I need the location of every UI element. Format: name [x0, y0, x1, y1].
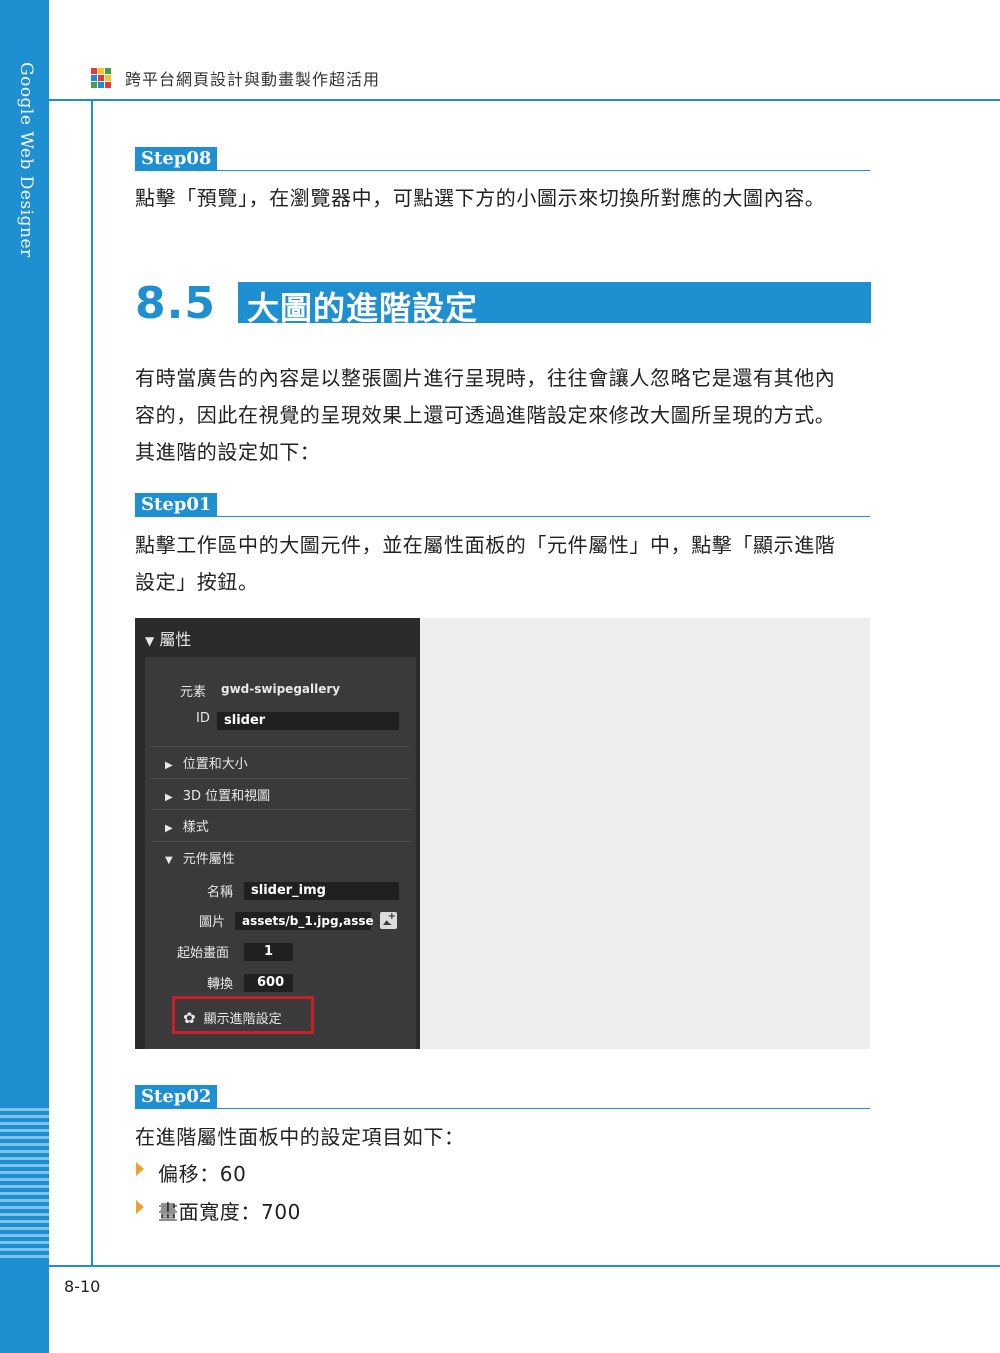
start-frame-label: 起始畫面: [177, 946, 230, 961]
section-position-size-label: 位置和大小: [182, 757, 248, 772]
step08-text: 點擊「預覽」，在瀏覽器中，可點選下方的小圖示來切換所對應的大圖內容。: [135, 186, 826, 210]
step02-label: Step02: [135, 1085, 218, 1108]
section-component-properties-label: 元件屬性: [182, 852, 235, 867]
step01-heading: Step01: [135, 493, 870, 517]
element-label: 元素: [180, 685, 207, 700]
bullet-frame-width: 畫面寬度：700: [158, 1200, 301, 1224]
intro-line-1: 有時當廣告的內容是以整張圖片進行呈現時，往往會讓人忽略它是還有其他內: [135, 366, 836, 390]
id-label: ID: [196, 711, 210, 726]
book-title: 跨平台網頁設計與動畫製作超活用: [125, 70, 381, 89]
step01-line-2: 設定」按鈕。: [135, 570, 259, 594]
bullet-offset: 偏移：60: [158, 1162, 247, 1186]
intro-line-3: 其進階的設定如下：: [135, 440, 321, 464]
divider: [151, 778, 410, 779]
image-label: 圖片: [199, 915, 226, 930]
section-styles-label: 樣式: [182, 820, 209, 835]
page-number: 8-10: [64, 1277, 101, 1296]
section-number: 8.5: [135, 278, 216, 329]
footer-rule: [49, 1265, 1000, 1267]
transition-field[interactable]: 600: [244, 974, 293, 992]
divider: [151, 841, 410, 842]
step08-label: Step08: [135, 147, 218, 170]
section-component-properties[interactable]: ▼ 元件屬性: [165, 848, 235, 867]
image-field[interactable]: assets/b_1.jpg,asse: [235, 912, 374, 930]
triangle-right-icon: ▶: [165, 823, 173, 834]
add-image-icon[interactable]: +: [380, 912, 397, 929]
show-advanced-settings-label: 顯示進階設定: [203, 1012, 282, 1027]
step-rule: [135, 170, 870, 171]
sidebar-stripes: [0, 1108, 49, 1258]
intro-line-2: 容的，因此在視覺的呈現效果上還可透過進階設定來修改大圖所呈現的方式。: [135, 403, 836, 427]
section-title-bar: 大圖的進階設定: [235, 282, 871, 327]
sidebar-title: Google Web Designer: [16, 62, 36, 258]
step08-heading: Step08: [135, 147, 870, 171]
triangle-right-icon: ▶: [165, 760, 173, 771]
section-3d-position-label: 3D 位置和視圖: [182, 789, 271, 804]
section-position-size[interactable]: ▶ 位置和大小: [165, 753, 248, 772]
section-styles[interactable]: ▶ 樣式: [165, 816, 209, 835]
properties-panel: ▼ 屬性 元素 gwd-swipegallery ID slider ▶ 位置和大…: [135, 618, 420, 1049]
show-advanced-settings-button[interactable]: ✿ 顯示進階設定: [183, 1008, 282, 1027]
step-rule: [135, 516, 870, 517]
step02-heading: Step02: [135, 1085, 870, 1109]
gear-icon: ✿: [183, 1009, 196, 1027]
sidebar-band: Google Web Designer: [0, 0, 49, 1353]
triangle-down-icon: ▼: [145, 634, 155, 648]
element-value: gwd-swipegallery: [221, 682, 341, 696]
section-3d-position[interactable]: ▶ 3D 位置和視圖: [165, 785, 270, 804]
header-rule: [49, 99, 1000, 101]
bullet-icon: [136, 1200, 144, 1214]
step01-label: Step01: [135, 493, 218, 516]
section-title: 大圖的進階設定: [247, 289, 479, 327]
name-field[interactable]: slider_img: [244, 882, 399, 900]
margin-rule: [91, 99, 93, 1266]
start-frame-field[interactable]: 1: [244, 943, 293, 961]
step02-text: 在進階屬性面板中的設定項目如下：: [135, 1125, 465, 1149]
properties-panel-header[interactable]: ▼ 屬性: [145, 626, 191, 650]
triangle-right-icon: ▶: [165, 792, 173, 803]
divider: [151, 746, 410, 747]
book-logo-icon: [91, 68, 111, 88]
name-label: 名稱: [207, 885, 234, 900]
bullet-icon: [136, 1162, 144, 1176]
step01-line-1: 點擊工作區中的大圖元件，並在屬性面板的「元件屬性」中，點擊「顯示進階: [135, 533, 836, 557]
properties-panel-title: 屬性: [159, 630, 192, 649]
properties-screenshot: ▼ 屬性 元素 gwd-swipegallery ID slider ▶ 位置和大…: [135, 618, 870, 1049]
divider: [151, 809, 410, 810]
id-field[interactable]: slider: [217, 712, 399, 730]
step-rule: [135, 1108, 870, 1109]
transition-label: 轉換: [207, 977, 234, 992]
triangle-down-icon: ▼: [165, 855, 173, 866]
